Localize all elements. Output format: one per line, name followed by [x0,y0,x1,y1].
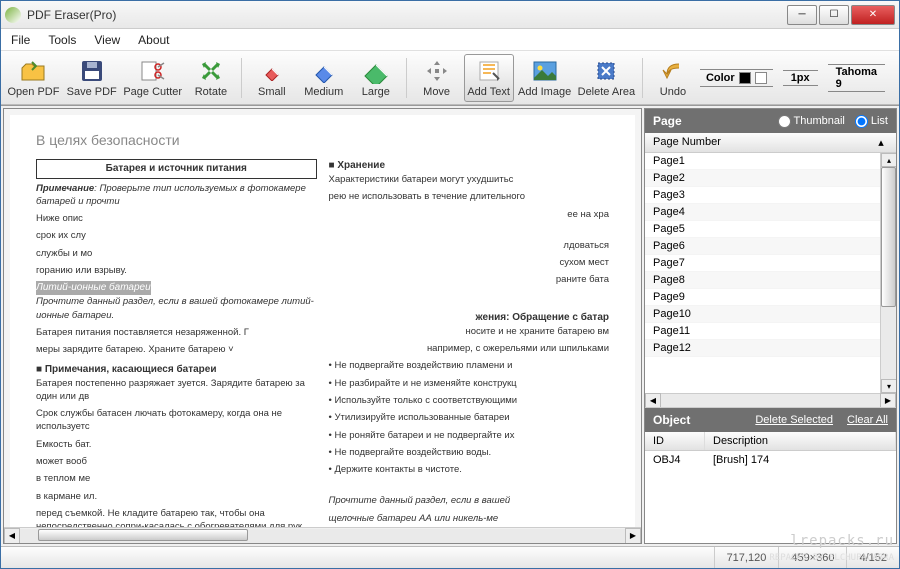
toolbar: Open PDF Save PDF Page Cutter Rotate Sma… [1,51,899,105]
page-list-item[interactable]: Page10 [645,306,880,323]
object-id-header[interactable]: ID [645,432,705,450]
page-list-item[interactable]: Page3 [645,187,880,204]
page-cutter-button[interactable]: Page Cutter [121,54,184,102]
move-icon [423,57,451,85]
scroll-right-arrow[interactable]: ▶ [625,528,641,544]
add-image-button[interactable]: Add Image [516,54,574,102]
page-panel-header: Page Thumbnail List [645,109,896,133]
document-area[interactable]: В целях безопасности Батарея и источник … [3,108,642,544]
horizontal-scrollbar[interactable]: ◀ ▶ [4,527,641,543]
page-list-item[interactable]: Page6 [645,238,880,255]
page-list-scrollbar[interactable]: ▴ ▾ [880,153,896,393]
page-preview: В целях безопасности Батарея и источник … [10,115,635,544]
page-list-item[interactable]: Page9 [645,289,880,306]
page-list-item[interactable]: Page7 [645,255,880,272]
page-list-item[interactable]: Page5 [645,221,880,238]
right-panel: Page Thumbnail List Page Number▴ Page1Pa… [644,108,897,544]
scroll-vthumb[interactable] [881,167,896,307]
rotate-icon [197,57,225,85]
page-list: Page Number▴ Page1Page2Page3Page4Page5Pa… [645,133,896,408]
window-title: PDF Eraser(Pro) [27,8,787,22]
font-selector[interactable]: Tahoma 9 [828,64,885,92]
delete-area-button[interactable]: Delete Area [576,54,638,102]
move-button[interactable]: Move [412,54,462,102]
menubar: File Tools View About [1,29,899,51]
thumbnail-radio[interactable]: Thumbnail [778,115,845,128]
section-box: Батарея и источник питания [36,159,317,179]
object-panel: Object Delete Selected Clear All IDDescr… [645,408,896,543]
close-button[interactable]: ✕ [851,5,895,25]
page-list-item[interactable]: Page2 [645,170,880,187]
add-text-button[interactable]: Add Text [464,54,514,102]
eraser-small-button[interactable]: Small [247,54,297,102]
image-icon [531,57,559,85]
eraser-small-icon [258,57,286,85]
text-icon [475,57,503,85]
open-pdf-button[interactable]: Open PDF [5,54,62,102]
menu-view[interactable]: View [94,33,120,47]
header-up-icon: ▴ [874,136,888,149]
page-list-item[interactable]: Page4 [645,204,880,221]
eraser-large-button[interactable]: Large [351,54,401,102]
scroll-down-arrow[interactable]: ▾ [881,379,896,393]
undo-button[interactable]: Undo [648,54,698,102]
status-size: 459×360 [778,547,846,568]
undo-icon [659,57,687,85]
maximize-button[interactable]: ☐ [819,5,849,25]
floppy-icon [78,57,106,85]
page-heading: В целях безопасности [36,131,317,151]
eraser-large-icon [362,57,390,85]
object-desc-header[interactable]: Description [705,432,896,450]
color-selector[interactable]: Color [700,69,773,87]
menu-tools[interactable]: Tools [48,33,76,47]
eraser-medium-button[interactable]: Medium [299,54,349,102]
swatch-white[interactable] [755,72,767,84]
scroll-thumb[interactable] [38,529,248,541]
object-panel-title: Object [653,413,741,427]
list-radio[interactable]: List [855,115,888,128]
status-position: 717,120 [714,547,779,568]
eraser-medium-icon [310,57,338,85]
scissors-icon [139,57,167,85]
menu-file[interactable]: File [11,33,30,47]
scroll-up-arrow[interactable]: ▴ [881,153,896,167]
app-icon [5,7,21,23]
page-list-item[interactable]: Page11 [645,323,880,340]
folder-open-icon [19,57,47,85]
minimize-button[interactable]: ─ [787,5,817,25]
page-list-item[interactable]: Page1 [645,153,880,170]
page-list-item[interactable]: Page12 [645,340,880,357]
rotate-button[interactable]: Rotate [186,54,236,102]
object-row[interactable]: OBJ4[Brush] 174 [645,451,896,469]
scroll-left-arrow[interactable]: ◀ [4,528,20,544]
status-page: 4/152 [846,547,899,568]
delete-selected-link[interactable]: Delete Selected [755,414,833,426]
swatch-black[interactable] [739,72,751,84]
delete-area-icon [592,57,620,85]
statusbar: 717,120 459×360 4/152 [1,546,899,568]
titlebar: PDF Eraser(Pro) ─ ☐ ✕ [1,1,899,29]
page-list-item[interactable]: Page8 [645,272,880,289]
page-number-header[interactable]: Page Number [653,136,874,149]
save-pdf-button[interactable]: Save PDF [64,54,119,102]
clear-all-link[interactable]: Clear All [847,414,888,426]
menu-about[interactable]: About [138,33,169,47]
stroke-width-selector[interactable]: 1px [783,70,818,86]
